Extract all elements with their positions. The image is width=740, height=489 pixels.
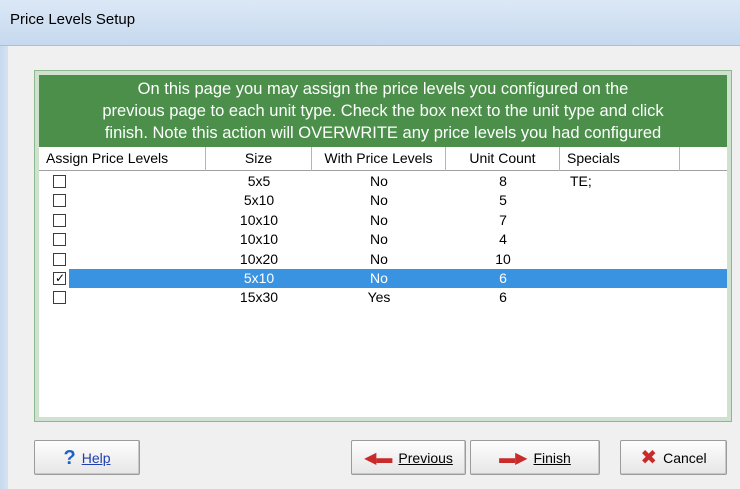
assign-cell (39, 288, 206, 307)
column-header-unit-count[interactable]: Unit Count (446, 147, 560, 171)
checkmark-icon: ✓ (55, 270, 66, 285)
left-arrow-icon: ◀▬ (364, 449, 393, 467)
instruction-banner: On this page you may assign the price le… (39, 75, 727, 147)
unit-count-cell: 8 (499, 173, 507, 189)
window-frame (0, 46, 8, 489)
assign-checkbox[interactable] (53, 252, 66, 266)
specials-cell (560, 211, 680, 230)
assign-checkbox[interactable] (53, 291, 66, 305)
with-price-levels-cell: No (370, 192, 388, 209)
help-button[interactable]: ? Help (34, 440, 140, 475)
specials-cell (560, 250, 680, 269)
unit-count-cell: 5 (499, 192, 507, 209)
with-price-levels-cell: No (370, 211, 388, 228)
specials-cell (560, 191, 680, 210)
instruction-line: On this page you may assign the price le… (137, 80, 629, 98)
unit-type-list: 5x5 No 8 TE; 5x10 No 5 10x10 No 7 10x10 No 4 10x20 No 1… (39, 172, 727, 308)
size-cell: 5x5 (247, 173, 271, 189)
specials-cell (560, 230, 680, 249)
unit-count-cell: 4 (499, 231, 507, 248)
finish-button-label: Finish (533, 449, 571, 466)
size-cell: 10x20 (239, 250, 279, 267)
assign-checkbox[interactable] (53, 233, 66, 247)
specials-cell (560, 269, 680, 288)
with-price-levels-cell: No (370, 231, 388, 248)
specials-cell (560, 288, 680, 307)
table-row[interactable]: 10x10 No 7 (39, 211, 727, 230)
previous-button-label: Previous (398, 449, 453, 466)
size-cell: 10x10 (239, 231, 279, 248)
column-header-assign[interactable]: Assign Price Levels (39, 147, 206, 171)
table-header: Assign Price Levels Size With Price Leve… (39, 147, 727, 171)
unit-count-cell: 6 (499, 289, 507, 306)
specials-cell: TE; (570, 173, 592, 189)
table-row[interactable]: 10x10 No 4 (39, 230, 727, 249)
assign-checkbox[interactable] (53, 175, 66, 188)
assign-cell: ✓ (39, 269, 206, 288)
column-header-with-price-levels[interactable]: With Price Levels (312, 147, 446, 171)
size-cell: 15x30 (239, 289, 279, 306)
help-button-label: Help (81, 449, 111, 466)
unit-count-cell: 10 (495, 250, 511, 267)
with-price-levels-cell: Yes (367, 289, 391, 306)
table-row[interactable]: 10x20 No 10 (39, 250, 727, 269)
table-row[interactable]: 5x10 No 5 (39, 191, 727, 210)
size-cell: 10x10 (239, 211, 279, 228)
finish-button[interactable]: ▬▶ Finish (470, 440, 600, 475)
right-arrow-icon: ▬▶ (499, 449, 528, 467)
x-icon: ✖ (640, 447, 658, 469)
table-row[interactable]: 15x30 Yes 6 (39, 288, 727, 307)
assign-checkbox[interactable] (53, 194, 66, 208)
previous-button[interactable]: ◀▬ Previous (351, 440, 466, 475)
assign-cell (39, 191, 206, 210)
table-row[interactable]: 5x5 No 8 TE; (39, 172, 727, 191)
assign-cell (39, 211, 206, 230)
size-cell: 5x10 (243, 192, 275, 209)
size-cell: 5x10 (243, 269, 275, 286)
title-bar[interactable]: Price Levels Setup (0, 0, 740, 46)
question-mark-icon: ? (63, 446, 76, 469)
column-header-size[interactable]: Size (206, 147, 312, 171)
cancel-button[interactable]: ✖ Cancel (620, 440, 727, 475)
with-price-levels-cell: No (370, 250, 388, 267)
instruction-line: previous page to each unit type. Check t… (102, 102, 664, 120)
with-price-levels-cell: No (370, 173, 388, 189)
unit-count-cell: 7 (499, 211, 507, 228)
unit-count-cell: 6 (499, 269, 507, 286)
assign-cell (39, 230, 206, 249)
column-header-specials[interactable]: Specials (560, 147, 680, 171)
assign-cell (39, 250, 206, 269)
assign-checkbox[interactable] (53, 213, 66, 227)
assign-checkbox[interactable]: ✓ (53, 270, 66, 285)
table-row[interactable]: ✓ 5x10 No 6 (39, 268, 727, 289)
cancel-button-label: Cancel (663, 449, 707, 466)
instruction-line: finish. Note this action will OVERWRITE … (104, 124, 662, 142)
window-title: Price Levels Setup (10, 11, 136, 28)
assign-cell (39, 172, 206, 191)
with-price-levels-cell: No (370, 269, 388, 286)
assignment-panel: On this page you may assign the price le… (34, 70, 732, 422)
